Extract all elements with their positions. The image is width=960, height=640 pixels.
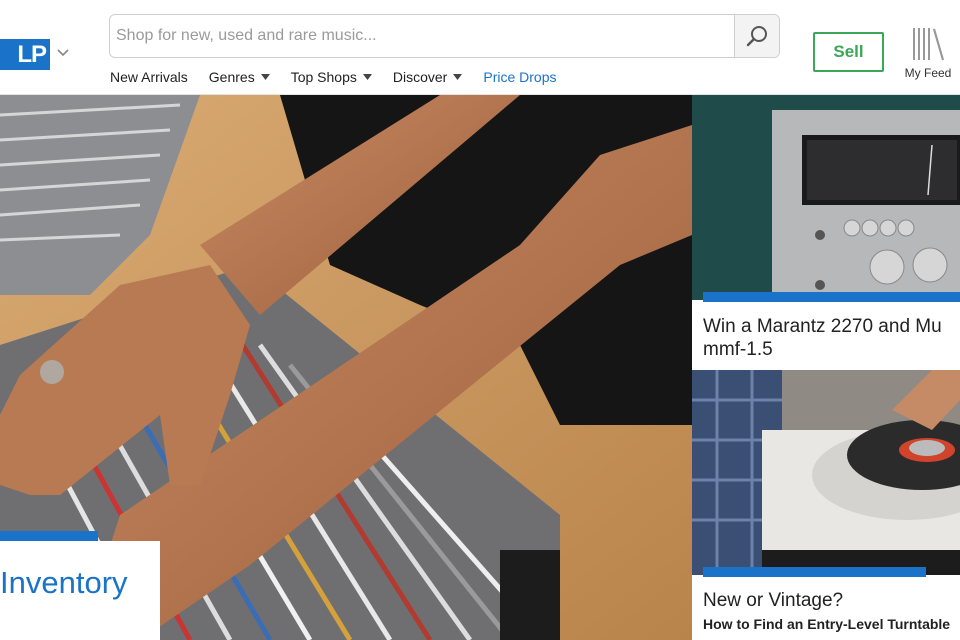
- nav-label: Genres: [208, 69, 255, 85]
- card-title-line1: Win a Marantz 2270 and Mu: [703, 316, 942, 337]
- nav-label: Price Drops: [483, 69, 557, 85]
- card-title: Win a Marantz 2270 and Mu mmf-1.5: [703, 315, 942, 361]
- caret-down-icon: [453, 74, 463, 80]
- record-stack-icon: [913, 28, 945, 61]
- caret-down-icon: [260, 74, 270, 80]
- amplifier-image: [692, 95, 960, 300]
- sell-button[interactable]: Sell: [813, 32, 884, 72]
- chevron-down-icon[interactable]: [55, 44, 71, 60]
- card-accent-bar: [703, 567, 926, 577]
- hero-caption-accent: [0, 531, 98, 541]
- my-feed-link[interactable]: My Feed: [900, 26, 956, 86]
- card-subtitle: How to Find an Entry-Level Turntable: [703, 616, 951, 632]
- card-accent-bar: [703, 292, 960, 302]
- search-bar: [109, 14, 780, 58]
- nav-top-shops[interactable]: Top Shops: [291, 67, 372, 87]
- card-title: New or Vintage?: [703, 590, 844, 611]
- nav-label: Discover: [392, 69, 448, 85]
- search-input[interactable]: [110, 15, 736, 57]
- nav-price-drops[interactable]: Price Drops: [483, 67, 556, 87]
- feature-card-marantz[interactable]: Win a Marantz 2270 and Mu mmf-1.5: [692, 95, 960, 370]
- site-logo[interactable]: LP: [0, 39, 50, 70]
- nav-label: Top Shops: [290, 69, 357, 85]
- caret-down-icon: [362, 74, 372, 80]
- nav-new-arrivals[interactable]: New Arrivals: [110, 67, 188, 87]
- card-title-line2: mmf-1.5: [703, 339, 773, 360]
- my-feed-label: My Feed: [904, 66, 952, 80]
- search-button[interactable]: [734, 15, 779, 57]
- search-icon: [746, 26, 767, 47]
- site-header: LP New Arrivals Genres Top Shops Discove…: [0, 0, 960, 95]
- nav-discover[interactable]: Discover: [392, 67, 463, 87]
- nav-genres[interactable]: Genres: [209, 67, 270, 87]
- nav-label: New Arrivals: [110, 69, 188, 85]
- main-nav: New Arrivals Genres Top Shops Discover P…: [110, 67, 578, 87]
- turntable-image: [692, 370, 960, 575]
- feature-card-turntable[interactable]: New or Vintage? How to Find an Entry-Lev…: [692, 370, 960, 640]
- hero-caption-title: Inventory: [0, 565, 128, 600]
- hero-banner[interactable]: Inventory: [0, 95, 692, 640]
- hero-caption[interactable]: Inventory: [0, 531, 160, 640]
